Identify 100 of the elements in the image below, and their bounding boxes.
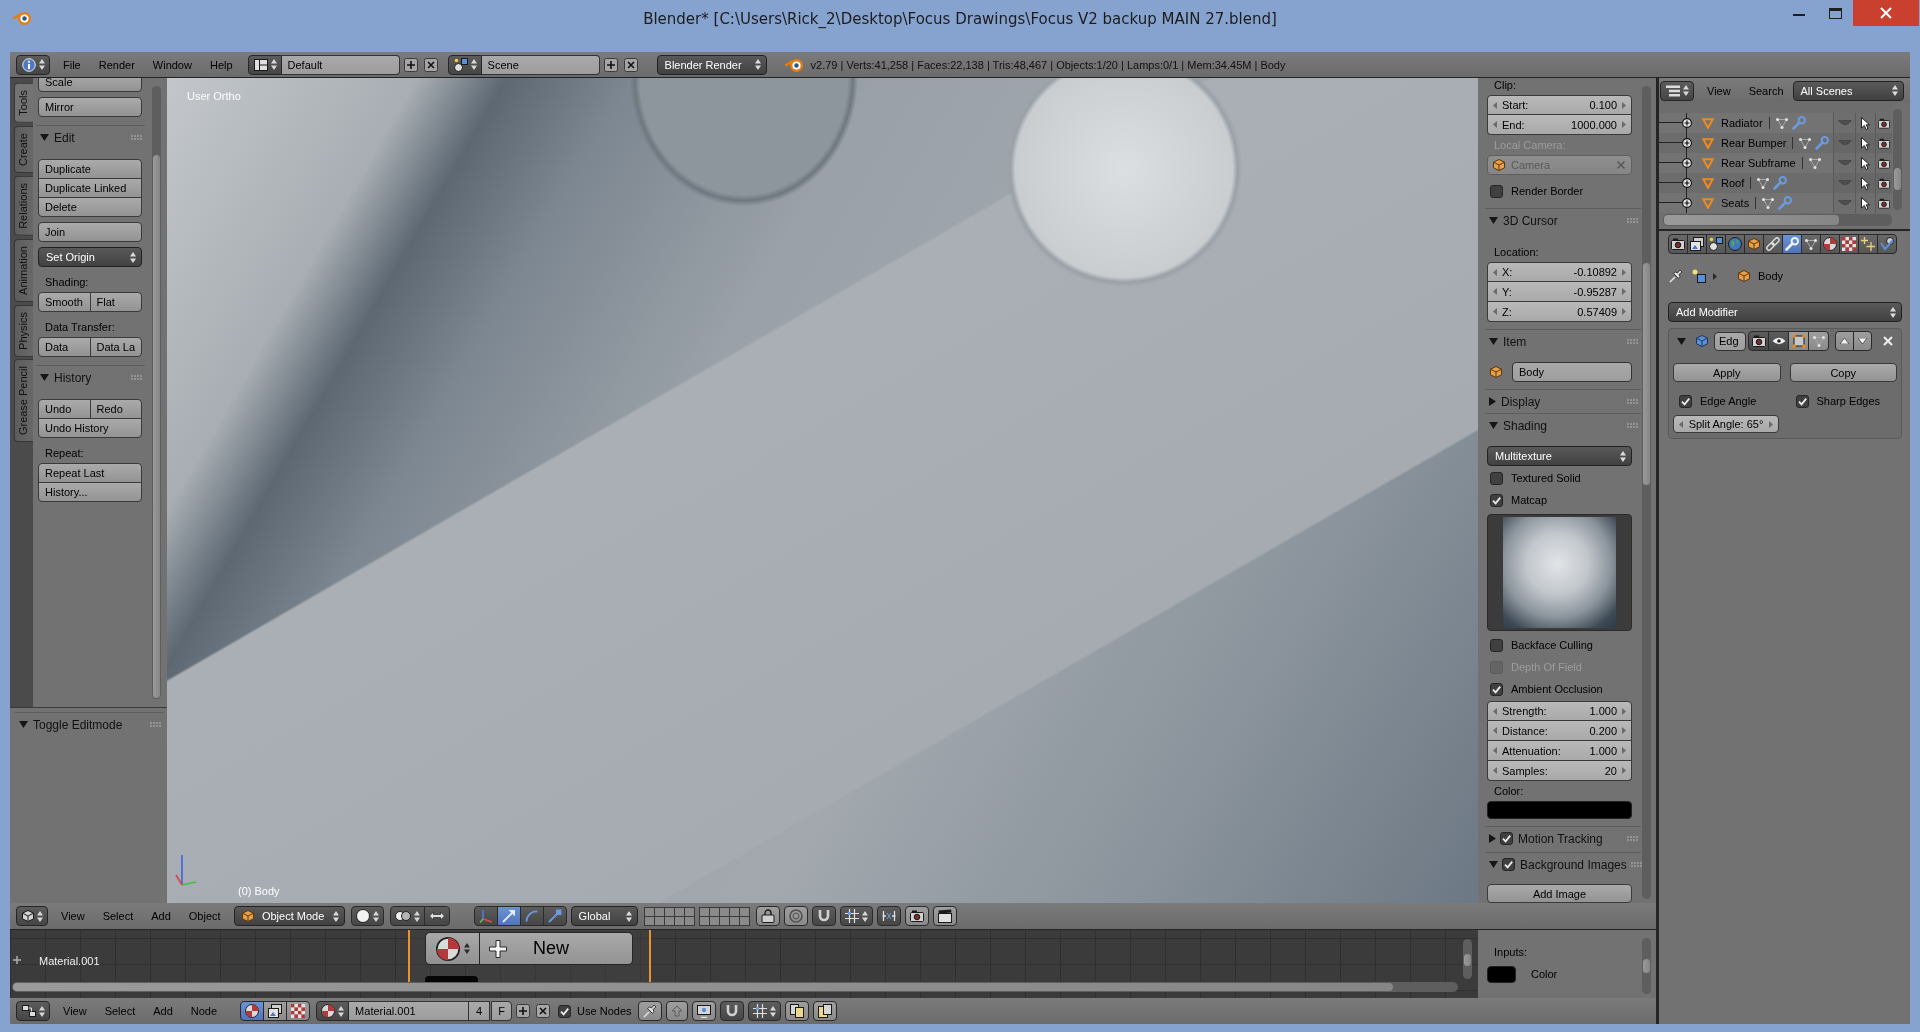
cross-icon[interactable] xyxy=(536,1004,551,1018)
triangle-down-icon[interactable] xyxy=(19,721,28,728)
material-node[interactable]: New xyxy=(408,930,651,982)
backdrop-button[interactable] xyxy=(691,1001,716,1021)
scrollbar-thumb[interactable] xyxy=(153,155,160,698)
triangle-down-icon[interactable] xyxy=(1489,338,1498,345)
paste-button[interactable] xyxy=(812,1001,837,1021)
plus-icon[interactable] xyxy=(403,57,418,72)
outliner-row[interactable]: Radiator xyxy=(1659,113,1892,133)
triangle-mesh-icon[interactable] xyxy=(1775,117,1788,129)
panel-header[interactable]: History xyxy=(36,365,145,389)
scrollbar[interactable] xyxy=(1663,214,1892,226)
material-name-field[interactable]: Material.001 xyxy=(349,1001,470,1021)
checkbox[interactable] xyxy=(1490,471,1503,485)
tool-button[interactable]: Undo xyxy=(38,399,91,419)
triangle-down-icon[interactable] xyxy=(1677,337,1686,345)
action-button[interactable]: Copy xyxy=(1789,363,1897,382)
menu-item[interactable]: Help xyxy=(200,58,242,71)
close-button[interactable] xyxy=(1853,0,1919,26)
scrollbar-thumb[interactable] xyxy=(1664,215,1839,225)
render-button[interactable] xyxy=(904,906,929,926)
triangle-mesh-icon[interactable] xyxy=(1757,177,1770,189)
menu-item[interactable]: Add xyxy=(142,910,180,922)
snap-target-button[interactable] xyxy=(876,906,901,926)
checkbox-label[interactable]: Sharp Edges xyxy=(1816,395,1881,407)
tool-button[interactable]: Duplicate xyxy=(38,159,142,179)
app-logo-icon[interactable] xyxy=(13,11,31,25)
number-field[interactable]: Split Angle: 65° xyxy=(1673,415,1779,433)
checkbox-label[interactable]: Use Nodes xyxy=(577,1005,632,1017)
copy-button[interactable] xyxy=(784,1001,809,1021)
outliner-row[interactable]: Roof xyxy=(1659,173,1892,193)
shader-type-button[interactable] xyxy=(263,1001,288,1021)
properties-tab[interactable] xyxy=(1744,234,1764,254)
outliner-row[interactable]: Seats xyxy=(1659,193,1892,213)
panel-header[interactable]: Motion Tracking xyxy=(1485,826,1641,850)
triangle-down-icon[interactable] xyxy=(1489,217,1498,224)
checkbox-label[interactable]: Backface Culling xyxy=(1511,639,1593,651)
sidebar-tab[interactable]: Create xyxy=(14,125,33,173)
object-name[interactable]: Rear Bumper xyxy=(1721,137,1787,149)
menu-item[interactable]: Search xyxy=(1739,84,1793,97)
panel-header[interactable]: Background Images xyxy=(1485,852,1641,876)
number-field[interactable]: Distance: 0.200 xyxy=(1487,721,1632,741)
checkbox-label[interactable]: Textured Solid xyxy=(1511,472,1581,484)
parent-button[interactable] xyxy=(665,1001,688,1021)
properties-tab[interactable] xyxy=(1801,234,1821,254)
manipulator-button[interactable] xyxy=(496,906,521,926)
tool-button[interactable]: Repeat Last xyxy=(38,463,142,483)
grip-icon[interactable] xyxy=(1630,862,1642,867)
scrollbar-thumb[interactable] xyxy=(1643,959,1650,973)
expand-plus-icon[interactable] xyxy=(1682,198,1692,208)
plus-icon[interactable] xyxy=(516,1004,531,1018)
render-toggle[interactable] xyxy=(1748,331,1769,351)
manipulator-button[interactable] xyxy=(519,906,544,926)
editor-type-button[interactable] xyxy=(16,54,50,75)
panel-header[interactable]: Edit xyxy=(36,125,145,149)
fake-user-button[interactable]: F xyxy=(491,1001,513,1021)
layout-button[interactable] xyxy=(247,54,282,75)
new-material-button[interactable]: New xyxy=(480,932,633,965)
scrollbar[interactable] xyxy=(1893,109,1902,210)
tool-button[interactable]: Duplicate Linked xyxy=(38,178,142,198)
checkbox[interactable] xyxy=(558,1004,572,1018)
number-field[interactable]: Start: 0.100 xyxy=(1487,95,1632,115)
dropdown-button[interactable]: Blender Render xyxy=(656,54,767,75)
menu-item[interactable]: Object xyxy=(179,910,230,922)
snap-button[interactable] xyxy=(719,1001,744,1021)
dropdown-button[interactable]: All Scenes xyxy=(1792,80,1904,101)
object-name[interactable]: Radiator xyxy=(1721,117,1763,129)
checkbox[interactable] xyxy=(1502,858,1515,871)
triangle-down-icon[interactable] xyxy=(1489,861,1498,868)
grip-icon[interactable] xyxy=(1627,836,1638,841)
camera-icon[interactable] xyxy=(1878,177,1890,189)
expand-plus-icon[interactable] xyxy=(1682,178,1692,188)
tool-button[interactable]: Delete xyxy=(38,197,142,217)
move-down-button[interactable] xyxy=(1853,331,1872,351)
pointer-icon[interactable] xyxy=(1861,136,1870,150)
camera-icon[interactable] xyxy=(1878,197,1890,209)
camera-icon[interactable] xyxy=(1878,137,1890,149)
checkbox[interactable] xyxy=(1490,493,1503,507)
tool-button[interactable]: History... xyxy=(38,482,142,502)
grip-icon[interactable] xyxy=(131,375,142,380)
viewport-toggle[interactable] xyxy=(1768,331,1789,351)
number-field[interactable]: End: 1000.000 xyxy=(1487,115,1632,135)
tool-button[interactable]: Data xyxy=(38,337,91,357)
number-field[interactable]: X: -0.10892 xyxy=(1487,262,1632,282)
users-count-button[interactable]: 4 xyxy=(469,1001,491,1021)
tool-button[interactable]: Flat xyxy=(89,292,142,312)
properties-tab[interactable] xyxy=(1687,234,1707,254)
render-animation-button[interactable] xyxy=(932,906,957,926)
properties-tab[interactable] xyxy=(1706,234,1726,254)
menu-item[interactable]: File xyxy=(54,58,90,71)
triangle-mesh-icon[interactable] xyxy=(1808,157,1821,169)
matcap-picker[interactable] xyxy=(1487,514,1632,631)
pin-icon[interactable] xyxy=(1669,269,1683,283)
triangle-right-icon[interactable] xyxy=(1489,397,1496,406)
scene-button[interactable] xyxy=(447,54,482,75)
menu-item[interactable]: Add xyxy=(144,1005,182,1017)
sidebar-tab[interactable]: Physics xyxy=(14,304,33,357)
properties-tab[interactable] xyxy=(1820,234,1840,254)
layer-grid[interactable] xyxy=(698,906,750,926)
scrollbar-thumb[interactable] xyxy=(1894,168,1901,190)
